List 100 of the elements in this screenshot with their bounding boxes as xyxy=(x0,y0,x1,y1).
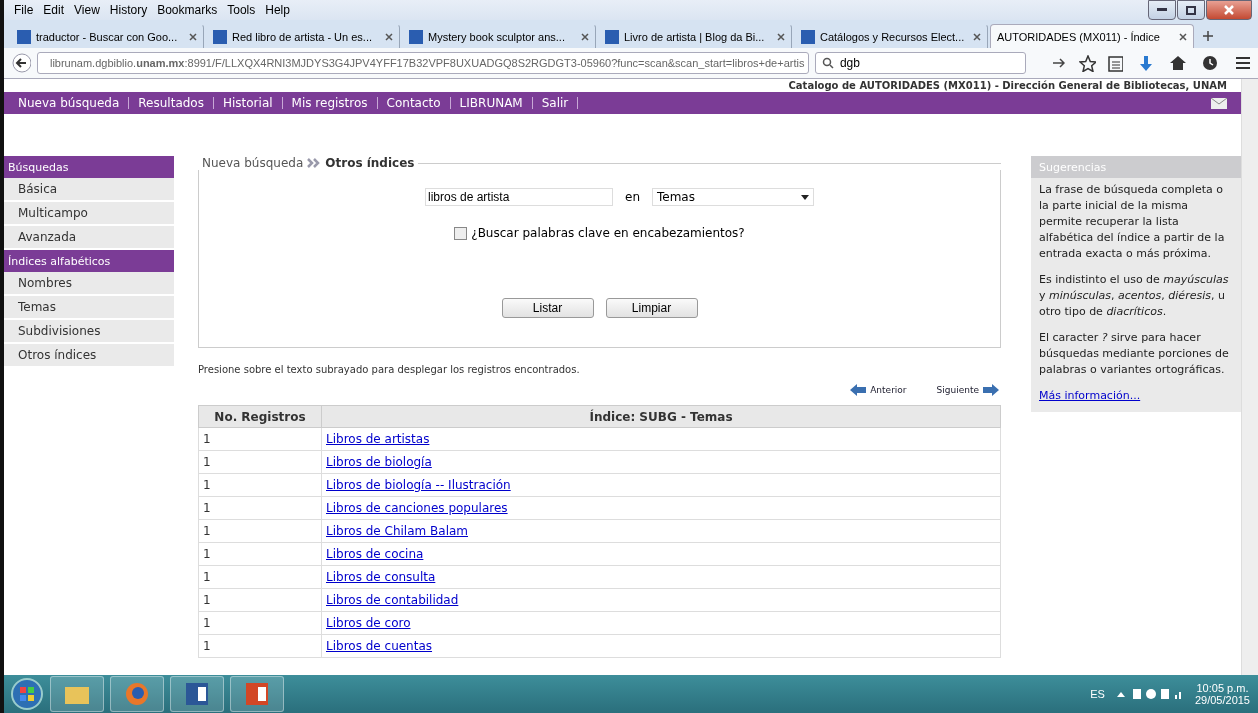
search-icon xyxy=(821,57,834,69)
clipboard-icon[interactable] xyxy=(1108,54,1124,72)
column-header: No. Registros xyxy=(198,405,322,428)
browser-taskbar-button[interactable] xyxy=(110,676,164,712)
nav-link[interactable]: Salir xyxy=(541,97,579,109)
sidebar-heading: Índices alfabéticos xyxy=(4,250,174,272)
menu-icon[interactable] xyxy=(1234,56,1250,70)
form-button[interactable]: Limpiar xyxy=(605,298,698,318)
menu-item[interactable]: File xyxy=(14,3,34,17)
index-dropdown[interactable]: Temas xyxy=(652,188,814,206)
language-indicator[interactable]: ES xyxy=(1090,688,1105,700)
result-link[interactable]: Libros de biología xyxy=(326,455,432,469)
start-button[interactable] xyxy=(10,677,44,711)
nav-link[interactable]: Resultados xyxy=(138,97,214,109)
result-link[interactable]: Libros de cocina xyxy=(326,547,424,561)
sidebar-item[interactable]: Nombres xyxy=(4,272,174,296)
arrow-right-icon[interactable] xyxy=(1051,57,1066,69)
result-link[interactable]: Libros de cuentas xyxy=(326,639,433,653)
home-icon[interactable] xyxy=(1168,55,1186,71)
close-icon[interactable] xyxy=(973,32,981,41)
download-icon[interactable] xyxy=(1139,54,1153,72)
plus-icon[interactable] xyxy=(1202,30,1214,42)
left-arrow-icon xyxy=(848,381,869,399)
checkbox-label: ¿Buscar palabras clave en encabezamientos? xyxy=(471,226,745,240)
suggestion-text: Es indistinto el uso de mayúsculas y minúsculas, acentos, diéresis, u otro tipo de diacríticos. xyxy=(1039,272,1230,320)
result-link[interactable]: Libros de consulta xyxy=(326,570,436,584)
favicon-icon xyxy=(17,29,31,44)
close-icon[interactable] xyxy=(581,32,589,41)
result-link[interactable]: Libros de biología -- Ilustración xyxy=(326,478,511,492)
history-icon[interactable] xyxy=(1201,55,1217,71)
scrollbar[interactable] xyxy=(1241,79,1258,675)
checkbox[interactable] xyxy=(454,226,468,240)
folder-icon xyxy=(65,684,89,704)
close-icon[interactable] xyxy=(189,32,197,41)
result-link[interactable]: Libros de artistas xyxy=(326,432,430,446)
right-arrow-icon xyxy=(981,381,1001,399)
close-icon xyxy=(1224,5,1234,15)
star-icon[interactable] xyxy=(1079,54,1097,72)
in-label: en xyxy=(625,190,640,204)
result-link[interactable]: Libros de canciones populares xyxy=(326,501,508,515)
address-field[interactable]: librunam.dgbiblio.unam.mx:8991/F/LLXQX4RNI3MJDYS3G4JPV4YFF17B32VPF8UXUADGQ8S2RGDGT3-05960?func=scan&scan_start=libros+de+artis xyxy=(36,52,809,74)
nav-link[interactable]: Contacto xyxy=(386,97,451,109)
column-header: Índice: SUBG - Temas xyxy=(321,405,1001,428)
word-taskbar-button[interactable] xyxy=(170,676,224,712)
table-cell: 1 xyxy=(198,611,322,635)
favicon-icon xyxy=(409,29,423,44)
menu-item[interactable]: View xyxy=(74,3,100,17)
sidebar-item[interactable]: Básica xyxy=(4,178,174,202)
next-link[interactable]: Siguiente xyxy=(936,381,1001,399)
back-icon[interactable] xyxy=(12,53,31,73)
mail-icon[interactable] xyxy=(1211,97,1227,109)
menu-item[interactable]: Tools xyxy=(227,3,256,17)
more-info-link[interactable]: Más información... xyxy=(1039,389,1141,402)
presentation-icon xyxy=(246,683,268,705)
close-button[interactable] xyxy=(1206,0,1252,20)
search-field[interactable]: dgb xyxy=(814,52,1026,74)
maximize-icon xyxy=(1186,5,1196,15)
menu-item[interactable]: Edit xyxy=(43,3,65,17)
close-icon[interactable] xyxy=(1179,32,1187,41)
suggestion-text: La frase de búsqueda completa o la parte inicial de la misma permite recuperar la lista alfabética del índice a partir de la entrada exacta o más próxima. xyxy=(1039,182,1226,262)
nav-link[interactable]: Nueva búsqueda xyxy=(18,97,130,109)
table-cell: 1 xyxy=(198,473,322,497)
menu-item[interactable]: History xyxy=(109,3,148,17)
form-button[interactable]: Listar xyxy=(501,298,594,318)
sidebar-item[interactable]: Subdivisiones xyxy=(4,320,174,344)
minimize-button[interactable] xyxy=(1148,0,1176,20)
sidebar-heading: Búsquedas xyxy=(4,156,174,178)
menu-item[interactable]: Bookmarks xyxy=(157,3,218,17)
table-cell: 1 xyxy=(198,519,322,543)
favicon-icon xyxy=(605,29,619,44)
sidebar-item[interactable]: Otros índices xyxy=(4,344,174,368)
nav-link[interactable]: Historial xyxy=(222,97,283,109)
table-cell: 1 xyxy=(198,450,322,474)
browser-tab[interactable]: AUTORIDADES (MX011) - Índice xyxy=(990,24,1194,48)
maximize-button[interactable] xyxy=(1177,0,1205,20)
close-icon[interactable] xyxy=(777,32,785,41)
breadcrumb-link[interactable]: Nueva búsqueda xyxy=(202,156,304,170)
nav-link[interactable]: Mis registros xyxy=(291,97,378,109)
table-cell: 1 xyxy=(198,634,322,658)
sidebar-item[interactable]: Multicampo xyxy=(4,202,174,226)
query-field[interactable]: libros de artista xyxy=(425,188,613,206)
nav-link[interactable]: LIBRUNAM xyxy=(459,97,533,109)
menu-item[interactable]: Help xyxy=(265,3,290,17)
close-icon[interactable] xyxy=(385,32,393,41)
result-link[interactable]: Libros de coro xyxy=(326,616,411,630)
site-header: Catalogo de AUTORIDADES (MX011) - Dirección General de Bibliotecas, UNAM xyxy=(788,79,1227,92)
sidebar-item[interactable]: Avanzada xyxy=(4,226,174,250)
favicon-icon xyxy=(801,29,815,44)
previous-link[interactable]: Anterior xyxy=(848,381,907,399)
double-chevron-icon xyxy=(307,158,322,168)
sidebar-item[interactable]: Temas xyxy=(4,296,174,320)
hint-text: Presione sobre el texto subrayado para desplegar los registros encontrados. xyxy=(198,364,581,375)
result-link[interactable]: Libros de contabilidad xyxy=(326,593,459,607)
clock[interactable]: 10:05 p.m. 29/05/2015 xyxy=(1194,682,1250,706)
dropdown-caret-icon xyxy=(801,194,809,200)
breadcrumb-current: Otros índices xyxy=(325,156,415,170)
slides-taskbar-button[interactable] xyxy=(230,676,284,712)
table-cell: 1 xyxy=(198,496,322,520)
suggestion-text: El caracter ? sirve para hacer búsquedas mediante porciones de palabras o variantes ortográficas. xyxy=(1039,330,1230,378)
result-link[interactable]: Libros de Chilam Balam xyxy=(326,524,468,538)
